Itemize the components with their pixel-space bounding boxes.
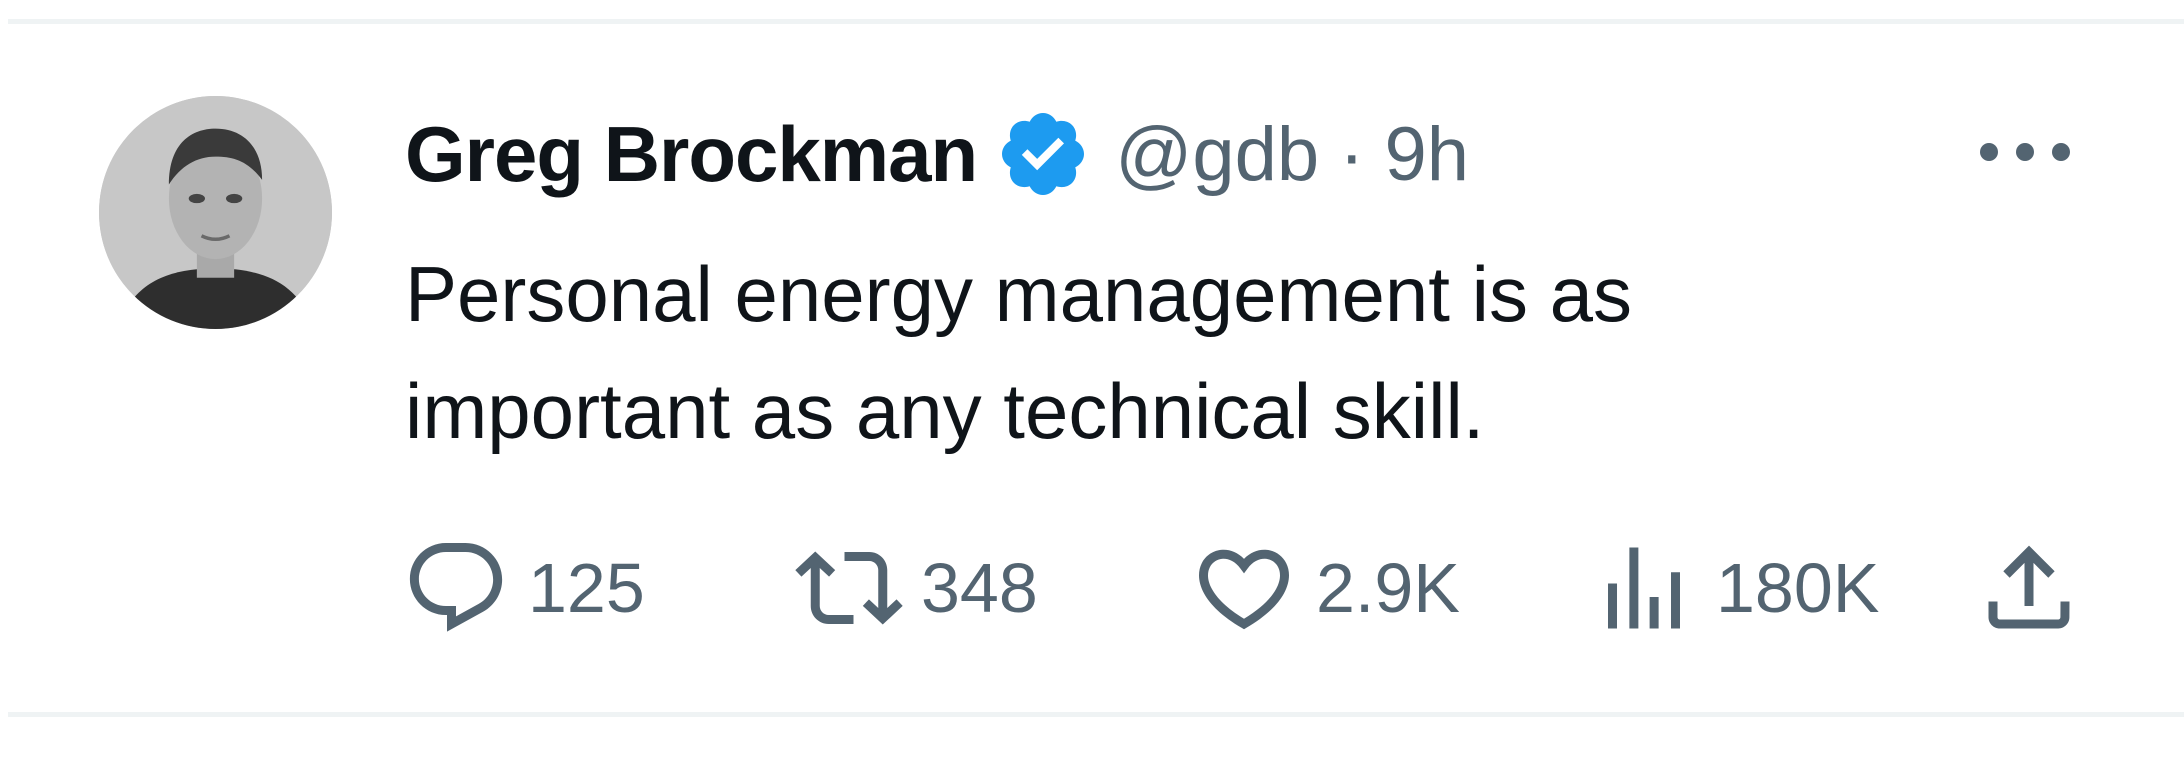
tweet-header: Greg Brockman @gdb · 9h — [405, 108, 1469, 200]
author-name[interactable]: Greg Brockman — [405, 109, 978, 200]
avatar-photo — [99, 96, 332, 329]
author-handle[interactable]: @gdb — [1115, 111, 1319, 198]
bottom-divider — [8, 712, 2184, 717]
like-count: 2.9K — [1316, 549, 1460, 627]
header-separator: · — [1339, 111, 1365, 197]
share-button[interactable] — [1975, 538, 2083, 638]
like-button[interactable]: 2.9K — [1190, 538, 1460, 638]
more-horizontal-icon — [1980, 143, 1998, 161]
reply-bubble-icon — [409, 543, 503, 632]
views-button[interactable]: 180K — [1590, 538, 1879, 638]
reply-count: 125 — [528, 549, 645, 627]
share-upload-icon — [1988, 545, 2070, 629]
avatar[interactable] — [99, 96, 332, 329]
retweet-button[interactable]: 348 — [795, 538, 1038, 638]
verified-badge-icon — [995, 106, 1091, 202]
top-divider — [8, 19, 2184, 24]
retweet-icon — [795, 551, 903, 625]
more-options-button[interactable] — [1980, 132, 2070, 172]
retweet-count: 348 — [921, 549, 1038, 627]
more-horizontal-icon — [2016, 143, 2034, 161]
heart-icon — [1198, 549, 1290, 630]
reply-button[interactable]: 125 — [402, 538, 645, 638]
views-count: 180K — [1716, 549, 1880, 627]
tweet-timestamp[interactable]: 9h — [1384, 111, 1469, 198]
tweet-text: Personal energy management is as importa… — [405, 250, 1633, 455]
more-horizontal-icon — [2052, 143, 2070, 161]
bar-chart-icon — [1608, 547, 1680, 629]
